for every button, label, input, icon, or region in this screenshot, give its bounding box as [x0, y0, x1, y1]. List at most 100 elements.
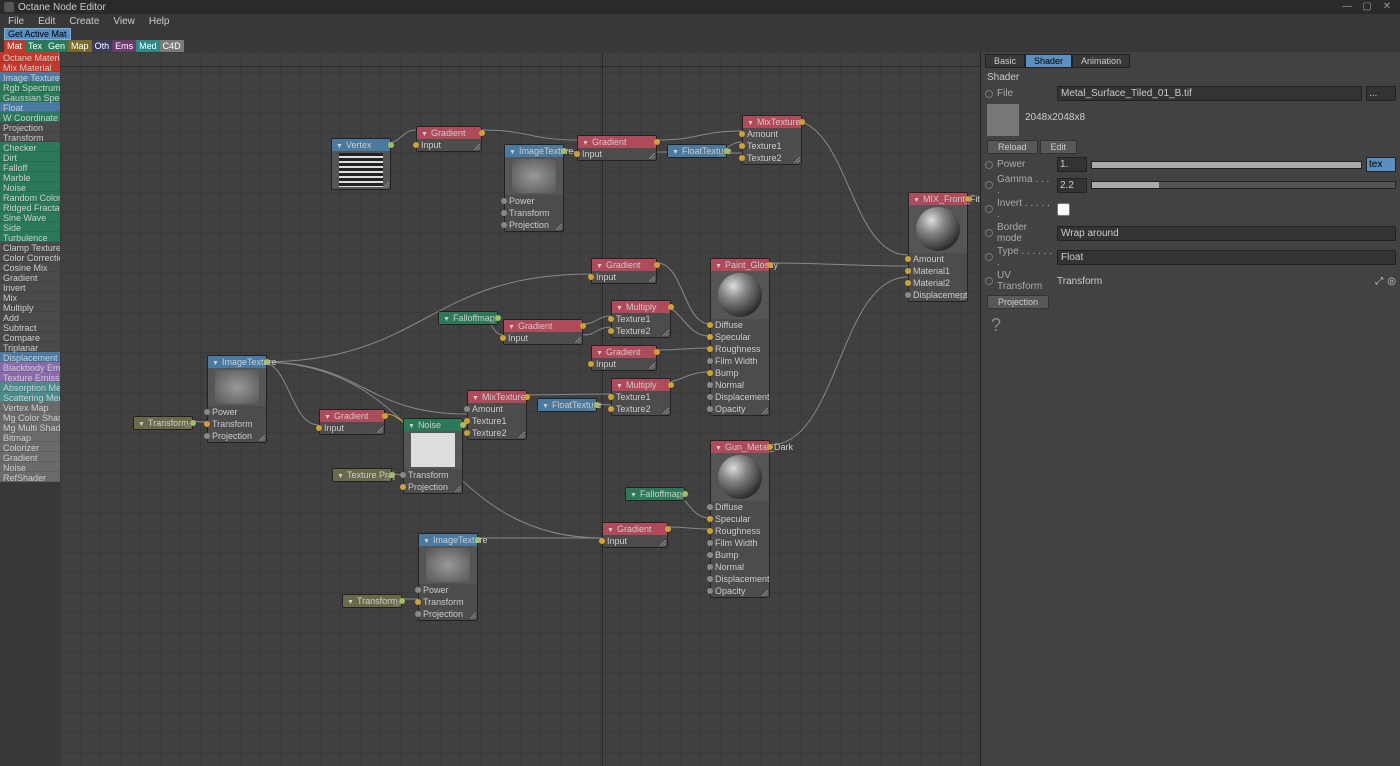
node-header[interactable]: ▼Noise: [404, 419, 462, 431]
node-imgtex2[interactable]: ▼ImageTexture PowerTransformProjection: [207, 355, 267, 443]
invert-checkbox[interactable]: [1057, 203, 1070, 216]
node-header[interactable]: ▼Vertex: [332, 139, 390, 151]
sidebar-item[interactable]: Texture Emission: [0, 372, 60, 382]
sidebar-item[interactable]: Mix: [0, 292, 60, 302]
node-mixtex2[interactable]: ▼MixTextureAmountTexture1Texture2: [467, 390, 527, 440]
sidebar-item[interactable]: Random Color: [0, 192, 60, 202]
sidebar-item[interactable]: Dirt: [0, 152, 60, 162]
file-browse-button[interactable]: ...: [1366, 86, 1396, 101]
node-grad3[interactable]: ▼GradientInput: [591, 258, 657, 284]
port-amount[interactable]: Amount: [743, 128, 801, 140]
port-input[interactable]: Input: [592, 358, 656, 370]
node-header[interactable]: ▼Multiply: [612, 301, 670, 313]
port-transform[interactable]: Transform: [208, 418, 266, 430]
node-header[interactable]: ▼Gradient: [504, 320, 582, 332]
port-transform[interactable]: Transform: [404, 469, 462, 481]
port-film-width[interactable]: Film Width: [711, 537, 769, 549]
node-header[interactable]: ▼Transform: [134, 417, 192, 429]
sidebar-item[interactable]: Sine Wave: [0, 212, 60, 222]
port-texture2[interactable]: Texture2: [612, 403, 670, 415]
node-header[interactable]: ▼Falloffmap: [626, 488, 684, 500]
node-header[interactable]: ▼MixTexture: [468, 391, 526, 403]
node-header[interactable]: ▼Gradient: [592, 346, 656, 358]
sidebar-item[interactable]: Color Correction: [0, 252, 60, 262]
sidebar-item[interactable]: Mix Material: [0, 62, 60, 72]
port-displacement[interactable]: Displacement: [711, 391, 769, 403]
node-header[interactable]: ▼FloatTexture: [538, 399, 596, 411]
port-projection[interactable]: Projection: [208, 430, 266, 442]
port-opacity[interactable]: Opacity: [711, 585, 769, 597]
port-power[interactable]: Power: [208, 406, 266, 418]
gamma-slider[interactable]: [1091, 181, 1396, 189]
node-trans2[interactable]: ▼Transform: [342, 594, 402, 608]
port-material1[interactable]: Material1: [909, 265, 967, 277]
node-imgtex3[interactable]: ▼ImageTexturePowerTransformProjection: [418, 533, 478, 621]
node-imgtex1[interactable]: ▼ImageTexturePowerTransformProjection: [504, 144, 564, 232]
port-bump[interactable]: Bump: [711, 367, 769, 379]
category-map[interactable]: Map: [68, 40, 92, 52]
sidebar-item[interactable]: Noise: [0, 182, 60, 192]
port-displacement[interactable]: Displacement: [711, 573, 769, 585]
port-diffuse[interactable]: Diffuse: [711, 501, 769, 513]
node-header[interactable]: ▼MixTexture: [743, 116, 801, 128]
node-grad6[interactable]: ▼GradientInput: [319, 409, 385, 435]
node-falloff2[interactable]: ▼Falloffmap: [625, 487, 685, 501]
port-texture1[interactable]: Texture1: [468, 415, 526, 427]
sidebar-item[interactable]: Subtract: [0, 322, 60, 332]
reload-button[interactable]: Reload: [987, 140, 1038, 154]
sidebar-item[interactable]: Cosine Mix: [0, 262, 60, 272]
category-gen[interactable]: Gen: [45, 40, 68, 52]
node-header[interactable]: ▼Gradient: [592, 259, 656, 271]
sidebar-item[interactable]: Displacement: [0, 352, 60, 362]
port-roughness[interactable]: Roughness: [711, 525, 769, 537]
port-power[interactable]: Power: [505, 195, 563, 207]
category-ems[interactable]: Ems: [112, 40, 136, 52]
port-amount[interactable]: Amount: [468, 403, 526, 415]
sidebar-item[interactable]: Scattering Medium: [0, 392, 60, 402]
sidebar-item[interactable]: W Coordinate: [0, 112, 60, 122]
port-displacement[interactable]: Displacement: [909, 289, 967, 301]
category-c4d[interactable]: C4D: [160, 40, 184, 52]
sidebar-item[interactable]: Ridged Fractal: [0, 202, 60, 212]
sidebar-item[interactable]: Clamp Texture: [0, 242, 60, 252]
node-header[interactable]: ▼ImageTexture: [208, 356, 266, 368]
port-texture1[interactable]: Texture1: [612, 391, 670, 403]
category-med[interactable]: Med: [136, 40, 160, 52]
node-float1[interactable]: ▼FloatTexture: [667, 144, 727, 158]
port-material2[interactable]: Material2: [909, 277, 967, 289]
node-header[interactable]: ▼Falloffmap: [439, 312, 497, 324]
node-header[interactable]: ▼Gradient: [578, 136, 656, 148]
port-texture2[interactable]: Texture2: [612, 325, 670, 337]
node-grad2[interactable]: ▼GradientInput: [577, 135, 657, 161]
sidebar-item[interactable]: Checker: [0, 142, 60, 152]
node-header[interactable]: ▼Multiply: [612, 379, 670, 391]
node-canvas[interactable]: ▼Vertex▼GradientInput▼GradientInput▼Imag…: [60, 52, 980, 766]
sidebar-item[interactable]: Gradient: [0, 452, 60, 462]
sidebar-item[interactable]: Add: [0, 312, 60, 322]
category-mat[interactable]: Mat: [4, 40, 25, 52]
expand-icon[interactable]: ⤢: [1375, 276, 1383, 287]
type-dropdown[interactable]: Float: [1057, 250, 1396, 265]
sidebar-item[interactable]: Image Texture: [0, 72, 60, 82]
node-mult2[interactable]: ▼MultiplyTexture1Texture2: [611, 378, 671, 416]
get-active-mat-button[interactable]: Get Active Mat: [4, 28, 71, 40]
node-noise1[interactable]: ▼NoiseTransformProjection: [403, 418, 463, 494]
port-normal[interactable]: Normal: [711, 561, 769, 573]
port-texture2[interactable]: Texture2: [468, 427, 526, 439]
border-dropdown[interactable]: Wrap around: [1057, 226, 1396, 241]
sidebar-item[interactable]: Falloff: [0, 162, 60, 172]
port-normal[interactable]: Normal: [711, 379, 769, 391]
projection-button[interactable]: Projection: [987, 295, 1049, 309]
node-header[interactable]: ▼Paint_Glossy: [711, 259, 769, 271]
node-grad1[interactable]: ▼GradientInput: [416, 126, 482, 152]
tab-animation[interactable]: Animation: [1072, 54, 1130, 68]
power-value[interactable]: 1.: [1057, 157, 1087, 172]
menu-edit[interactable]: Edit: [38, 16, 55, 27]
port-projection[interactable]: Projection: [419, 608, 477, 620]
power-slider[interactable]: [1091, 161, 1362, 169]
sidebar-item[interactable]: Triplanar: [0, 342, 60, 352]
port-input[interactable]: Input: [603, 535, 667, 547]
tex-button[interactable]: tex: [1366, 157, 1396, 172]
node-header[interactable]: ▼Texture Proj: [333, 469, 391, 481]
node-gunmetal[interactable]: ▼Gun_Metal_DarkDiffuseSpecularRoughnessF…: [710, 440, 770, 598]
